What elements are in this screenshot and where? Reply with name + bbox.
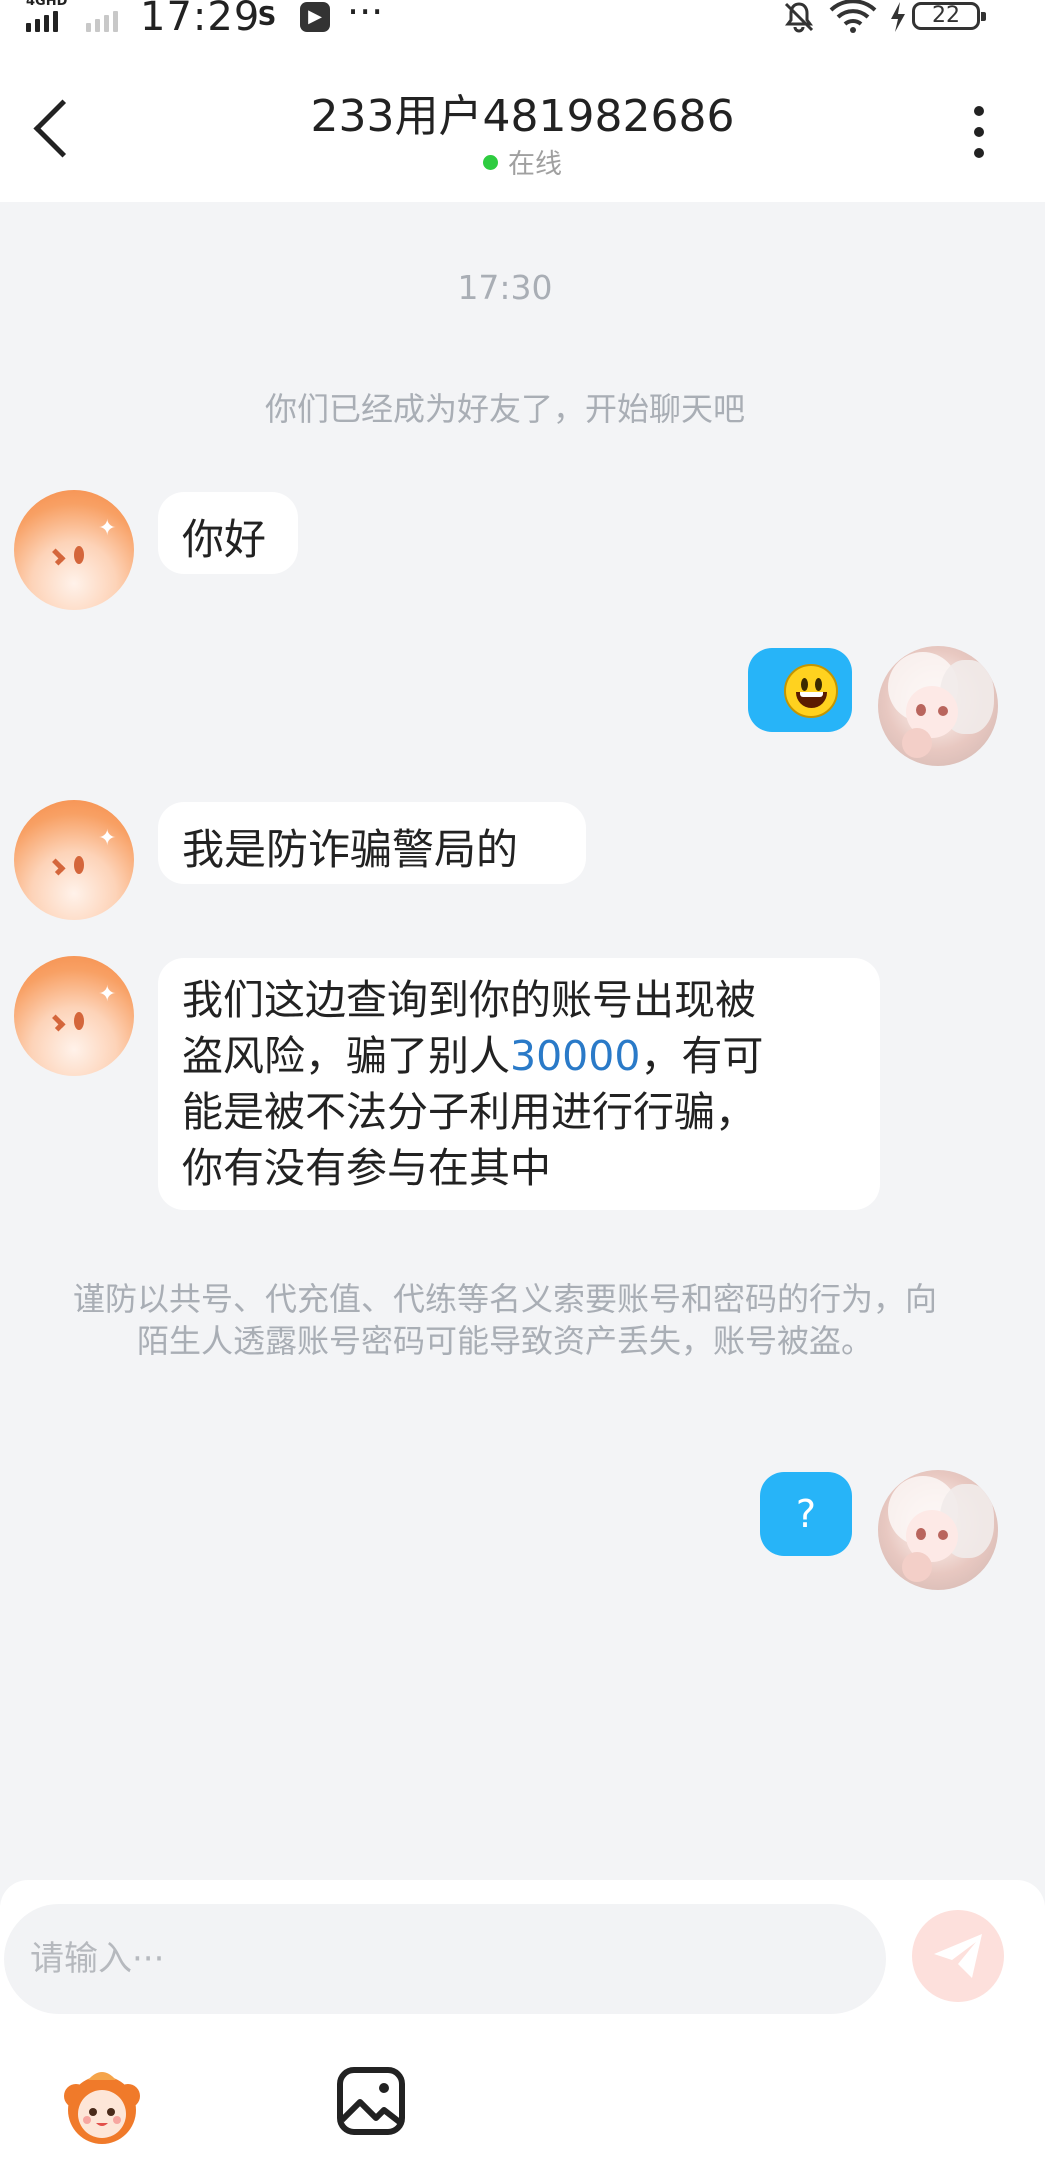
message-text: ? xyxy=(795,1492,817,1536)
status-bar: 4GHD 17:29 S ▶ ··· 22 xyxy=(0,0,1045,40)
my-avatar[interactable] xyxy=(878,646,998,766)
message-bubble-outgoing[interactable] xyxy=(748,648,852,732)
network-type: 4GHD xyxy=(26,0,68,9)
app-notification-icon: S xyxy=(257,2,277,32)
mute-icon xyxy=(784,2,814,33)
message-bubble-incoming[interactable]: 你好 xyxy=(158,492,298,574)
battery-indicator: 22 xyxy=(912,2,986,30)
emoji-mascot-icon[interactable] xyxy=(58,2060,146,2148)
charging-icon xyxy=(891,2,905,32)
more-notifications-icon: ··· xyxy=(347,0,384,34)
clock: 17:29 xyxy=(140,0,261,40)
more-options-icon[interactable] xyxy=(972,106,986,169)
message-line: 能是被不法分子利用进行行骗， xyxy=(182,1088,756,1136)
system-notice: 你们已经成为好友了，开始聊天吧 xyxy=(264,390,745,428)
message-bubble-incoming[interactable]: 我们这边查询到你的账号出现被 盗风险，骗了别人30000，有可 能是被不法分子利… xyxy=(158,958,880,1210)
message-text: 你好 xyxy=(182,515,267,564)
security-warning: 谨防以共号、代充值、代练等名义索要账号和密码的行为，向陌生人透露账号密码可能导致… xyxy=(72,1280,937,1360)
message-text: 我是防诈骗警局的 xyxy=(182,825,519,874)
wifi-icon xyxy=(829,0,877,33)
online-dot-icon xyxy=(483,155,498,170)
contact-avatar[interactable]: ✦ xyxy=(14,490,134,610)
chat-header: 233用户481982686 在线 xyxy=(0,40,1045,202)
message-bubble-outgoing[interactable]: ? xyxy=(760,1472,852,1556)
composer-panel xyxy=(0,1880,1045,2175)
message-input[interactable] xyxy=(4,1904,886,2014)
message-line: 我们这边查询到你的账号出现被 xyxy=(182,976,756,1024)
my-avatar[interactable] xyxy=(878,1470,998,1590)
paper-plane-icon xyxy=(934,1934,982,1978)
play-notification-icon: ▶ xyxy=(300,2,330,32)
contact-avatar[interactable]: ✦ xyxy=(14,956,134,1076)
contact-avatar[interactable]: ✦ xyxy=(14,800,134,920)
message-bubble-incoming[interactable]: 我是防诈骗警局的 xyxy=(158,802,586,884)
message-line: 你有没有参与在其中 xyxy=(182,1144,551,1192)
contact-name: 233用户481982686 xyxy=(310,91,735,142)
send-button[interactable] xyxy=(912,1910,1004,2002)
online-label: 在线 xyxy=(508,149,562,180)
image-picker-icon[interactable] xyxy=(336,2066,406,2136)
message-line: 盗风险，骗了别人30000，有可 xyxy=(182,1032,764,1080)
amount-number[interactable]: 30000 xyxy=(510,1032,640,1080)
online-status: 在线 xyxy=(0,142,1045,181)
smiley-emoji-icon xyxy=(784,664,838,718)
message-timestamp: 17:30 xyxy=(457,268,553,307)
